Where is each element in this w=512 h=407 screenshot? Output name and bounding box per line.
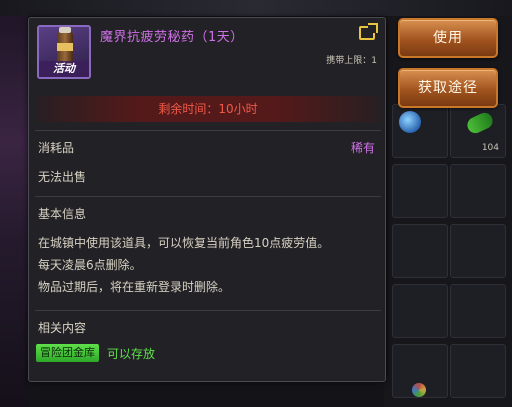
obtain-source-button[interactable]: 获取途径 [398, 68, 498, 108]
basic-info-title: 基本信息 [38, 207, 87, 221]
trade-restriction: 无法出售 [38, 170, 87, 184]
carry-limit: 携带上限：1 [326, 56, 377, 66]
green-item-icon [464, 110, 496, 136]
description-line: 每天凌晨6点删除。 [38, 258, 142, 272]
guild-storage-tag: 冒险团金库 [36, 344, 99, 362]
inventory-slot[interactable] [392, 224, 448, 278]
item-category: 消耗品 [38, 141, 75, 155]
description-line: 物品过期后，将在重新登录时删除。 [38, 280, 231, 294]
watermark-logo [412, 383, 426, 397]
item-rarity: 稀有 [350, 141, 375, 155]
event-tag: 活动 [39, 61, 89, 77]
remaining-time-bar: 剩余时间：10小时 [35, 96, 381, 122]
inventory-slot[interactable] [450, 344, 506, 398]
inventory-slot[interactable] [392, 164, 448, 218]
bottle-label [57, 43, 73, 51]
related-content-title: 相关内容 [38, 321, 87, 335]
use-button[interactable]: 使用 [398, 18, 498, 58]
item-tooltip-panel: 活动 魔界抗疲劳秘药（1天） 携带上限：1 剩余时间：10小时 消耗品 稀有 无… [28, 17, 386, 382]
divider [35, 196, 381, 197]
inventory-slot[interactable] [450, 224, 506, 278]
divider [35, 310, 381, 311]
blue-gem-icon [399, 111, 421, 133]
item-name: 魔界抗疲劳秘药（1天） [100, 30, 244, 45]
bottle-cap [59, 27, 71, 33]
scene-top-bar [0, 0, 512, 16]
potion-bottle-icon: 活动 [37, 25, 91, 79]
inventory-slot[interactable]: 104 [450, 104, 506, 158]
inventory-slot[interactable] [450, 284, 506, 338]
scene-character-backdrop [0, 0, 28, 407]
inventory-slot[interactable] [392, 104, 448, 158]
share-icon[interactable] [359, 23, 378, 40]
description-line: 在城镇中使用该道具，可以恢复当前角色10点疲劳值。 [38, 236, 330, 250]
inventory-slot[interactable] [450, 164, 506, 218]
inventory-slot[interactable] [392, 284, 448, 338]
can-store-text: 可以存放 [107, 347, 156, 361]
divider [35, 130, 381, 131]
stack-count: 104 [481, 143, 499, 153]
